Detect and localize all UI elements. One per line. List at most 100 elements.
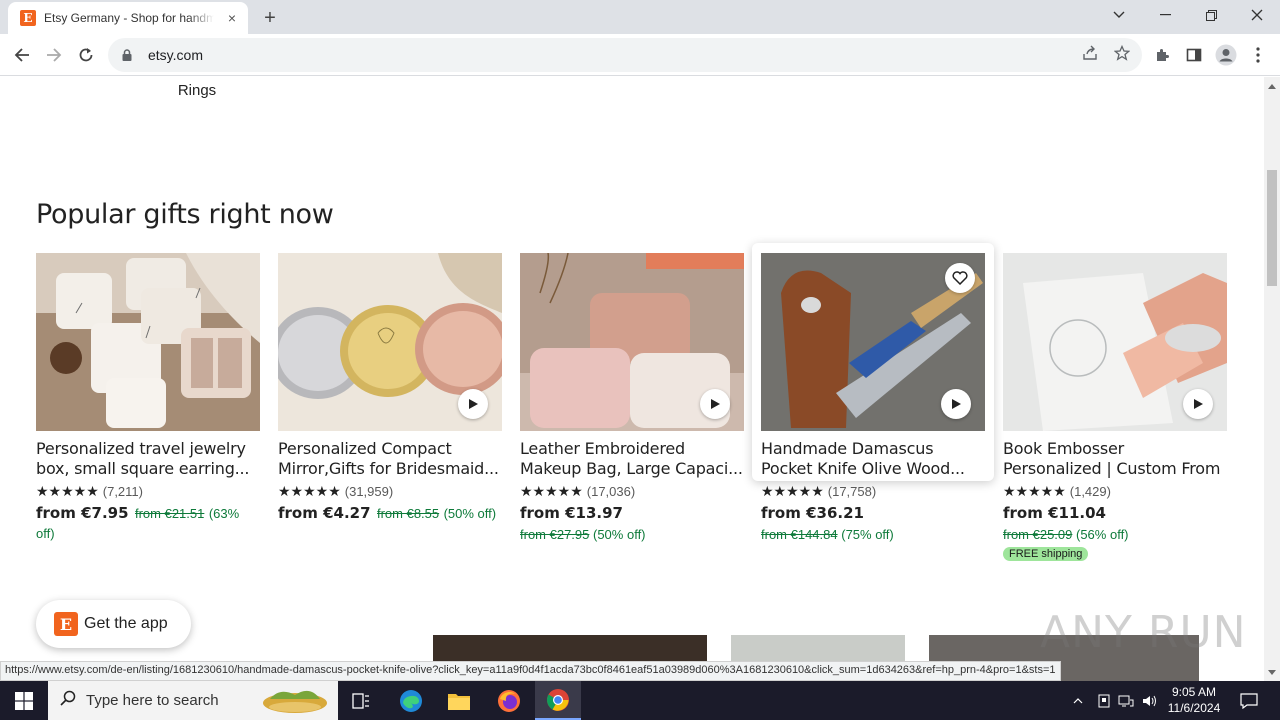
- star-rating-icon: ★★★★★: [278, 482, 341, 499]
- tab-etsy[interactable]: E Etsy Germany - Shop for handmade ×: [8, 2, 248, 34]
- tab-title: Etsy Germany - Shop for handmade: [44, 11, 214, 25]
- review-count: (31,959): [344, 483, 394, 499]
- reload-icon[interactable]: [74, 43, 98, 67]
- page-viewport: Rings Popular gifts right now Personaliz…: [0, 77, 1264, 681]
- search-placeholder: Type here to search: [86, 692, 219, 709]
- scroll-down-icon[interactable]: [1264, 665, 1280, 679]
- profile-avatar-icon[interactable]: [1214, 43, 1238, 67]
- product-title[interactable]: Personalized travel jewelry box, small s…: [36, 439, 260, 479]
- edge-browser-icon[interactable]: [388, 681, 434, 720]
- link-preview-status: https://www.etsy.com/de-en/listing/16812…: [0, 661, 1061, 681]
- scrollbar-thumb[interactable]: [1267, 170, 1277, 286]
- side-panel-icon[interactable]: [1182, 43, 1206, 67]
- star-rating-icon: ★★★★★: [36, 482, 99, 499]
- favorite-heart-icon[interactable]: [945, 263, 975, 293]
- price-line: from €7.95 from €21.51 (63% off): [36, 503, 260, 544]
- star-rating-icon: ★★★★★: [761, 482, 824, 499]
- discount-percent: (56% off): [1076, 527, 1129, 542]
- notifications-icon[interactable]: [1234, 681, 1264, 720]
- section-title: Popular gifts right now: [36, 199, 334, 230]
- lock-icon[interactable]: [120, 48, 134, 62]
- share-icon[interactable]: [1079, 42, 1101, 64]
- new-tab-button[interactable]: +: [258, 6, 282, 30]
- play-video-icon[interactable]: [1183, 389, 1213, 419]
- chrome-icon[interactable]: [535, 681, 581, 720]
- product-rating: ★★★★★ (1,429): [1003, 482, 1227, 500]
- price-line: from €11.04: [1003, 503, 1227, 524]
- product-card[interactable]: Personalized Compact Mirror,Gifts for Br…: [278, 253, 502, 524]
- taskbar-clock[interactable]: 9:05 AM 11/6/2024: [1162, 684, 1226, 716]
- product-rating: ★★★★★ (31,959): [278, 482, 502, 500]
- get-the-app-label: Get the app: [84, 615, 168, 632]
- original-price: from €144.84: [761, 527, 838, 542]
- device-icon[interactable]: [1094, 681, 1114, 720]
- bookmark-star-icon[interactable]: [1111, 42, 1133, 64]
- discount-percent: (50% off): [443, 506, 497, 521]
- original-price: from €27.95: [520, 527, 590, 542]
- product-card[interactable]: Book Embosser Personalized | Custom From…: [1003, 253, 1227, 562]
- volume-icon[interactable]: [1140, 681, 1160, 720]
- network-icon[interactable]: [1116, 681, 1136, 720]
- windows-taskbar: Type here to search 9:05 AM 11/6/2024: [0, 681, 1280, 720]
- product-card-hovered[interactable]: Handmade Damascus Pocket Knife Olive Woo…: [752, 243, 994, 542]
- price-line: from €4.27 from €8.55 (50% off): [278, 503, 502, 524]
- play-video-icon[interactable]: [458, 389, 488, 419]
- discount-percent: (75% off): [841, 527, 894, 542]
- product-image[interactable]: [1003, 253, 1227, 431]
- tab-close-icon[interactable]: ×: [224, 10, 240, 26]
- product-title[interactable]: Personalized Compact Mirror,Gifts for Br…: [278, 439, 502, 479]
- browser-toolbar: etsy.com: [0, 34, 1280, 76]
- anyrun-watermark: ANY RUN: [1040, 607, 1247, 658]
- star-rating-icon: ★★★★★: [1003, 482, 1066, 499]
- file-explorer-icon[interactable]: [436, 681, 482, 720]
- sale-price: from €4.27: [278, 504, 371, 522]
- extensions-puzzle-icon[interactable]: [1150, 43, 1174, 67]
- etsy-logo-icon: E: [54, 612, 78, 636]
- clock-date: 11/6/2024: [1167, 701, 1221, 715]
- tab-strip: E Etsy Germany - Shop for handmade × +: [0, 0, 1280, 34]
- product-title[interactable]: Handmade Damascus Pocket Knife Olive Woo…: [761, 439, 985, 479]
- discount-percent: (50% off): [593, 527, 646, 542]
- close-window-button[interactable]: [1234, 0, 1280, 30]
- minimize-button[interactable]: [1142, 0, 1188, 30]
- scroll-up-icon[interactable]: [1264, 79, 1280, 93]
- price-line: from €13.97: [520, 503, 744, 524]
- original-price: from €25.09: [1003, 527, 1073, 542]
- browser-menu-icon[interactable]: [1246, 43, 1270, 67]
- product-image[interactable]: [278, 253, 502, 431]
- address-bar[interactable]: etsy.com: [108, 38, 1142, 72]
- product-image[interactable]: [520, 253, 744, 431]
- forward-arrow-icon[interactable]: [42, 43, 66, 67]
- review-count: (17,758): [827, 483, 877, 499]
- product-title[interactable]: Leather Embroidered Makeup Bag, Large Ca…: [520, 439, 744, 479]
- tray-chevron-icon[interactable]: [1068, 681, 1088, 720]
- tab-search-chevron-icon[interactable]: [1096, 0, 1142, 30]
- get-the-app-button[interactable]: E Get the app: [36, 600, 191, 648]
- windows-start-icon[interactable]: [0, 681, 48, 720]
- product-card[interactable]: Personalized travel jewelry box, small s…: [36, 253, 260, 544]
- taskbar-search-input[interactable]: Type here to search: [48, 681, 338, 720]
- price-line: from €36.21: [761, 503, 985, 524]
- original-price: from €21.51: [134, 506, 205, 521]
- play-video-icon[interactable]: [941, 389, 971, 419]
- task-view-icon[interactable]: [338, 681, 384, 720]
- sale-price: from €11.04: [1003, 504, 1106, 522]
- clock-time: 9:05 AM: [1171, 685, 1217, 699]
- product-rating: ★★★★★ (7,211): [36, 482, 260, 500]
- product-title[interactable]: Book Embosser Personalized | Custom From…: [1003, 439, 1227, 479]
- play-video-icon[interactable]: [700, 389, 730, 419]
- firefox-icon[interactable]: [486, 681, 532, 720]
- etsy-favicon-icon: E: [20, 10, 36, 26]
- category-label-rings[interactable]: Rings: [150, 82, 244, 99]
- product-image[interactable]: [761, 253, 985, 431]
- page-scrollbar[interactable]: [1264, 77, 1280, 681]
- back-arrow-icon[interactable]: [10, 43, 34, 67]
- product-image[interactable]: [36, 253, 260, 431]
- original-price: from €8.55: [376, 506, 440, 521]
- price-line-secondary: from €27.95 (50% off): [520, 526, 744, 544]
- product-card[interactable]: Leather Embroidered Makeup Bag, Large Ca…: [520, 253, 744, 544]
- sale-price: from €13.97: [520, 504, 623, 522]
- restore-button[interactable]: [1188, 0, 1234, 30]
- star-rating-icon: ★★★★★: [520, 482, 583, 499]
- review-count: (7,211): [102, 483, 143, 499]
